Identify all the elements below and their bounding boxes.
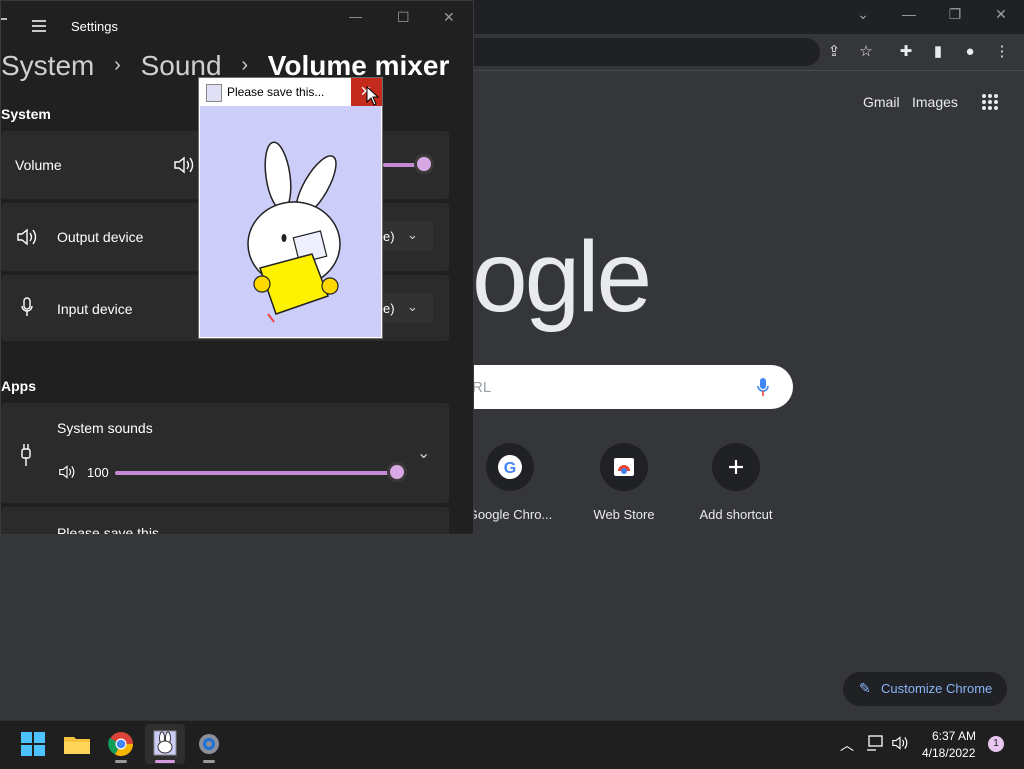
system-sounds-label: System sounds: [57, 420, 153, 436]
running-indicator: [203, 760, 215, 763]
app-icon: [206, 84, 222, 102]
speaker-icon: [16, 227, 38, 247]
gear-icon: [199, 734, 219, 754]
pencil-icon: ✎: [859, 680, 871, 696]
volume-tray-icon[interactable]: [890, 735, 910, 751]
bunny-illustration: [247, 141, 341, 323]
chrome-icon: [108, 732, 133, 757]
clock-time[interactable]: 6:37 AM: [932, 729, 976, 743]
settings-app-title: Settings: [71, 19, 118, 34]
minimize-icon[interactable]: —: [349, 9, 362, 24]
system-sounds-card: System sounds 100 ⌄: [1, 403, 449, 503]
customize-chrome-label: Customize Chrome: [881, 681, 993, 696]
output-device-label: Output device: [57, 229, 144, 245]
chevron-up-icon[interactable]: ︿: [840, 735, 854, 755]
apps-grid-icon[interactable]: [981, 93, 999, 111]
speaker-icon[interactable]: [173, 155, 195, 175]
mouse-cursor-icon: [366, 85, 380, 106]
customize-chrome-button[interactable]: ✎ Customize Chrome: [843, 672, 1007, 706]
volume-slider-thumb[interactable]: [414, 154, 434, 174]
search-box[interactable]: [472, 365, 793, 409]
running-indicator: [115, 760, 127, 763]
app-card-please-save-this: Please save this...: [1, 507, 449, 535]
google-g-icon: G: [486, 443, 534, 491]
system-sounds-icon: [20, 443, 32, 467]
volume-label: Volume: [15, 157, 62, 173]
system-sounds-slider-track[interactable]: [115, 471, 397, 475]
maximize-icon[interactable]: ☐: [397, 9, 410, 26]
popup-content: [200, 106, 381, 337]
network-icon[interactable]: [866, 734, 884, 752]
breadcrumb-separator: ›: [241, 54, 249, 76]
bunny-app-icon: [153, 730, 177, 756]
app-label: Please save this...: [57, 525, 171, 535]
section-heading-apps: Apps: [1, 378, 36, 394]
gmail-link[interactable]: Gmail: [863, 94, 900, 110]
section-heading-system: System: [1, 106, 51, 122]
windows-logo-icon: [21, 732, 45, 756]
chevron-down-icon: ⌄: [407, 299, 418, 314]
close-icon[interactable]: ✕: [986, 6, 1016, 23]
close-icon[interactable]: ✕: [443, 9, 455, 26]
folder-icon: [64, 737, 90, 754]
output-device-value: e): [383, 229, 395, 244]
chevron-down-icon: ⌄: [407, 227, 418, 242]
popup-title: Please save this...: [227, 85, 325, 99]
speaker-icon[interactable]: [57, 464, 77, 480]
hamburger-menu-icon[interactable]: [31, 19, 47, 33]
search-placeholder: RL: [472, 379, 492, 396]
chevron-down-icon[interactable]: ⌄: [417, 443, 430, 463]
clock-date[interactable]: 4/18/2022: [922, 746, 975, 760]
system-sounds-slider-thumb[interactable]: [387, 462, 407, 482]
restore-icon[interactable]: ❐: [940, 6, 970, 23]
popup-window: Please save this... ✕: [198, 77, 383, 339]
breadcrumb-system[interactable]: System: [1, 50, 94, 81]
start-button[interactable]: [17, 728, 49, 760]
active-indicator: [155, 760, 175, 763]
input-device-label: Input device: [57, 301, 133, 317]
shortcut-label: Web Store: [593, 507, 655, 522]
chrome-taskbar-button[interactable]: [105, 728, 137, 760]
plus-icon: [712, 443, 760, 491]
google-logo: ogle: [472, 221, 652, 333]
images-link[interactable]: Images: [912, 94, 958, 110]
notification-badge[interactable]: 1: [988, 736, 1004, 752]
microphone-icon[interactable]: [756, 377, 770, 399]
back-arrow-icon[interactable]: [1, 18, 7, 20]
tab-search-icon[interactable]: ⌄: [848, 6, 878, 23]
profile-icon[interactable]: ●: [960, 42, 980, 62]
file-explorer-button[interactable]: [61, 728, 93, 760]
minimize-icon[interactable]: —: [894, 6, 924, 22]
share-icon[interactable]: ⇪: [824, 42, 844, 62]
shortcut-label: Add shortcut: [699, 507, 773, 522]
extensions-icon[interactable]: ✚: [896, 42, 916, 62]
menu-icon[interactable]: ⋮: [992, 42, 1012, 62]
address-bar[interactable]: [470, 38, 820, 66]
web-store-icon: [600, 443, 648, 491]
breadcrumb-separator: ›: [114, 54, 121, 76]
input-device-value: e): [383, 301, 395, 316]
bookmark-star-icon[interactable]: ☆: [856, 42, 876, 62]
svg-text:G: G: [504, 460, 516, 477]
settings-taskbar-button[interactable]: [193, 728, 225, 760]
system-sounds-value: 100: [87, 465, 109, 480]
microphone-icon: [20, 297, 34, 319]
side-panel-icon[interactable]: ▮: [928, 42, 948, 62]
popup-app-taskbar-button[interactable]: [145, 724, 185, 764]
